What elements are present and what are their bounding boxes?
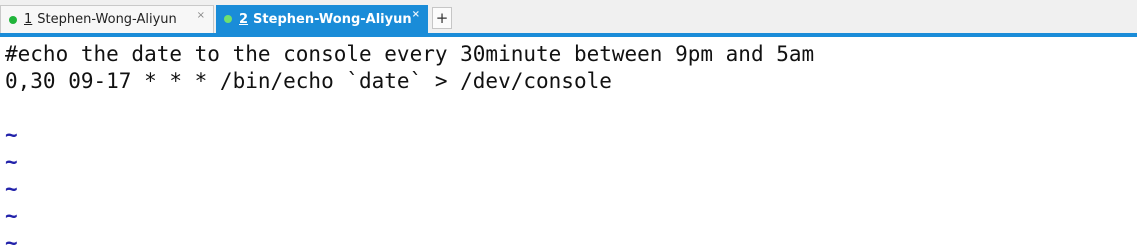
empty-line-tilde: ~ [5, 150, 18, 174]
tab-title: Stephen-Wong-Aliyun [37, 12, 177, 27]
connection-status-icon [9, 15, 17, 24]
tab-session-2[interactable]: 2 Stephen-Wong-Aliyun × [216, 5, 428, 33]
empty-line-tilde: ~ [5, 231, 18, 247]
empty-line-tilde: ~ [5, 123, 18, 147]
empty-line-tilde: ~ [5, 177, 18, 201]
tab-bar: 1 Stephen-Wong-Aliyun × 2 Stephen-Wong-A… [0, 0, 1137, 37]
new-tab-button[interactable]: + [432, 7, 452, 29]
terminal-editor[interactable]: #echo the date to the console every 30mi… [0, 37, 1137, 247]
tab-title: Stephen-Wong-Aliyun [253, 11, 412, 27]
close-icon[interactable]: × [412, 9, 420, 20]
tab-number: 2 [239, 11, 249, 27]
empty-line-tilde: ~ [5, 204, 18, 228]
editor-line-crontab-entry: 0,30 09-17 * * * /bin/echo `date` > /dev… [5, 69, 612, 93]
editor-line-comment: #echo the date to the console every 30mi… [5, 42, 815, 66]
tab-session-1[interactable]: 1 Stephen-Wong-Aliyun × [0, 5, 214, 33]
tab-number: 1 [24, 12, 33, 27]
close-icon[interactable]: × [197, 10, 205, 21]
connection-status-icon [224, 15, 232, 23]
